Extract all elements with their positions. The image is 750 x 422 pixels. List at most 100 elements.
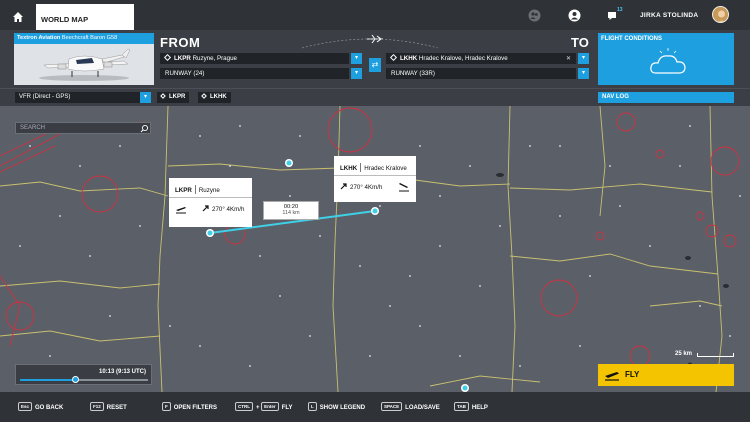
search-icon[interactable] xyxy=(140,124,149,133)
aircraft-selector[interactable]: Textron Aviation Beechcraft Baron G58 xyxy=(14,33,154,85)
hint-label: OPEN FILTERS xyxy=(173,405,217,411)
map-poi-marker[interactable] xyxy=(285,159,293,167)
origin-airport-card[interactable]: LKPR Ruzyne 270° 4Km/h xyxy=(169,178,252,227)
destination-card-name: Hradec Kralove xyxy=(364,165,407,172)
waypoint-marker-origin[interactable] xyxy=(206,229,214,237)
map-scale-label: 25 km xyxy=(675,351,693,357)
time-slider-fill xyxy=(20,379,76,381)
airport-diamond-icon xyxy=(389,53,398,62)
fly-button[interactable]: FLY xyxy=(598,364,734,386)
key-badge: Esc xyxy=(18,402,33,411)
departure-icao: LKPR xyxy=(174,55,191,62)
user-name: JIRKA STOLINDA xyxy=(640,12,699,19)
leg-distance: 114 km xyxy=(282,210,300,216)
departure-runway-select[interactable]: RUNWAY (24) xyxy=(160,68,349,79)
takeoff-icon xyxy=(176,207,186,214)
map-search-input[interactable]: SEARCH xyxy=(15,122,151,134)
profile-icon[interactable] xyxy=(568,9,581,22)
landing-icon xyxy=(399,183,409,192)
hint-label: RESET xyxy=(106,405,127,411)
key-badge: F12 xyxy=(90,402,104,411)
hint-fly[interactable]: CTRL + Enter FLY xyxy=(235,402,292,411)
origin-card-header: LKPR Ruzyne xyxy=(169,178,252,198)
time-of-day-panel: 10:13 (9:13 UTC) xyxy=(15,364,152,385)
leg-time: 00:20 xyxy=(283,204,299,210)
community-icon[interactable] xyxy=(528,9,541,22)
key-badge: F xyxy=(162,402,171,411)
arrival-icao: LKHK xyxy=(400,55,418,62)
origin-card-name: Ruzyne xyxy=(198,187,220,194)
destination-card-icao: LKHK xyxy=(340,165,358,172)
weather-cloud-icon xyxy=(650,48,686,74)
takeoff-icon xyxy=(605,372,619,381)
map-poi-marker[interactable] xyxy=(461,384,469,392)
aircraft-image-icon xyxy=(39,48,131,81)
key-badge: L xyxy=(308,402,317,411)
wind-icon xyxy=(202,205,209,212)
departure-airport-name: Ruzyne, Prague xyxy=(192,55,237,62)
arrival-airport-name: Hradec Kralove, Hradec Kralove xyxy=(418,55,508,62)
destination-wind: 270° 4Km/h xyxy=(350,184,383,191)
departure-airport-field[interactable]: LKPR Ruzyne, Prague xyxy=(160,53,349,64)
world-map[interactable] xyxy=(0,105,750,393)
hint-label: HELP xyxy=(471,405,488,411)
hint-show-legend[interactable]: L SHOW LEGEND xyxy=(308,402,365,411)
waypoint-diamond-icon xyxy=(160,93,166,99)
airport-diamond-icon xyxy=(163,53,172,62)
aircraft-model: Beechcraft Baron G58 xyxy=(61,35,118,41)
hint-load-save[interactable]: SPACE LOAD/SAVE xyxy=(381,402,440,411)
to-label: TO xyxy=(571,35,589,50)
origin-wind: 270° 4Km/h xyxy=(212,206,245,213)
route-mode-dropdown-button[interactable]: ▾ xyxy=(140,92,151,103)
home-icon[interactable] xyxy=(10,9,26,25)
hint-label: GO BACK xyxy=(35,405,64,411)
key-badge: CTRL xyxy=(235,402,253,411)
hint-reset[interactable]: F12 RESET xyxy=(90,402,127,411)
time-display: 10:13 (9:13 UTC) xyxy=(98,369,146,375)
departure-dropdown-button[interactable]: ▾ xyxy=(351,53,362,64)
clear-arrival-icon[interactable]: ✕ xyxy=(566,55,571,62)
leg-info-label: 00:20 114 km xyxy=(263,201,319,220)
avatar[interactable] xyxy=(712,6,729,23)
from-label: FROM xyxy=(160,35,201,50)
map-scale-bar xyxy=(697,353,734,357)
departure-runway: RUNWAY (24) xyxy=(165,70,205,77)
swap-airports-button[interactable]: ⇄ xyxy=(369,58,381,72)
key-badge: SPACE xyxy=(381,402,403,411)
waypoint-chip-destination[interactable]: LKHK xyxy=(198,92,231,103)
departure-runway-dropdown-button[interactable]: ▾ xyxy=(351,68,362,79)
tab-world-map[interactable]: WORLD MAP xyxy=(36,4,134,30)
key-badge: TAB xyxy=(454,402,469,411)
hint-go-back[interactable]: Esc GO BACK xyxy=(18,402,63,411)
route-arc-icon xyxy=(301,38,439,49)
time-slider-handle[interactable] xyxy=(71,376,79,383)
flight-conditions-card[interactable]: FLIGHT CONDITIONS xyxy=(598,33,734,85)
route-mode-select[interactable]: VFR (Direct - GPS) xyxy=(15,92,140,103)
arrival-runway: RUNWAY (33R) xyxy=(391,70,435,77)
wind-icon xyxy=(340,183,347,190)
waypoint-marker-destination[interactable] xyxy=(371,207,379,215)
nav-log-button[interactable]: NAV LOG xyxy=(598,92,734,103)
time-slider[interactable] xyxy=(20,376,148,383)
destination-airport-card[interactable]: LKHK Hradec Kralove 270° 4Km/h xyxy=(334,156,416,202)
arrival-runway-dropdown-button[interactable]: ▾ xyxy=(578,68,589,79)
key-badge: Enter xyxy=(261,402,279,411)
fly-button-label: FLY xyxy=(625,370,640,379)
hint-open-filters[interactable]: F OPEN FILTERS xyxy=(162,402,217,411)
aircraft-brand: Textron Aviation xyxy=(17,35,61,41)
origin-card-icao: LKPR xyxy=(175,187,192,194)
arrival-dropdown-button[interactable]: ▾ xyxy=(578,53,589,64)
hint-label: LOAD/SAVE xyxy=(405,405,440,411)
hint-label: SHOW LEGEND xyxy=(319,405,366,411)
arrival-runway-select[interactable]: RUNWAY (33R) xyxy=(386,68,576,79)
waypoint-chip-origin[interactable]: LKPR xyxy=(157,92,190,103)
notifications-count: 13 xyxy=(617,7,623,13)
hint-help[interactable]: TAB HELP xyxy=(454,402,488,411)
arrival-airport-field[interactable]: LKHK Hradec Kralove, Hradec Kralove xyxy=(386,53,576,64)
aircraft-title: Textron Aviation Beechcraft Baron G58 xyxy=(14,33,154,44)
destination-card-header: LKHK Hradec Kralove xyxy=(334,156,416,176)
flight-conditions-title: FLIGHT CONDITIONS xyxy=(601,36,662,42)
map-canvas[interactable] xyxy=(0,105,750,393)
waypoint-diamond-icon xyxy=(201,93,207,99)
hint-label: FLY xyxy=(281,405,293,411)
